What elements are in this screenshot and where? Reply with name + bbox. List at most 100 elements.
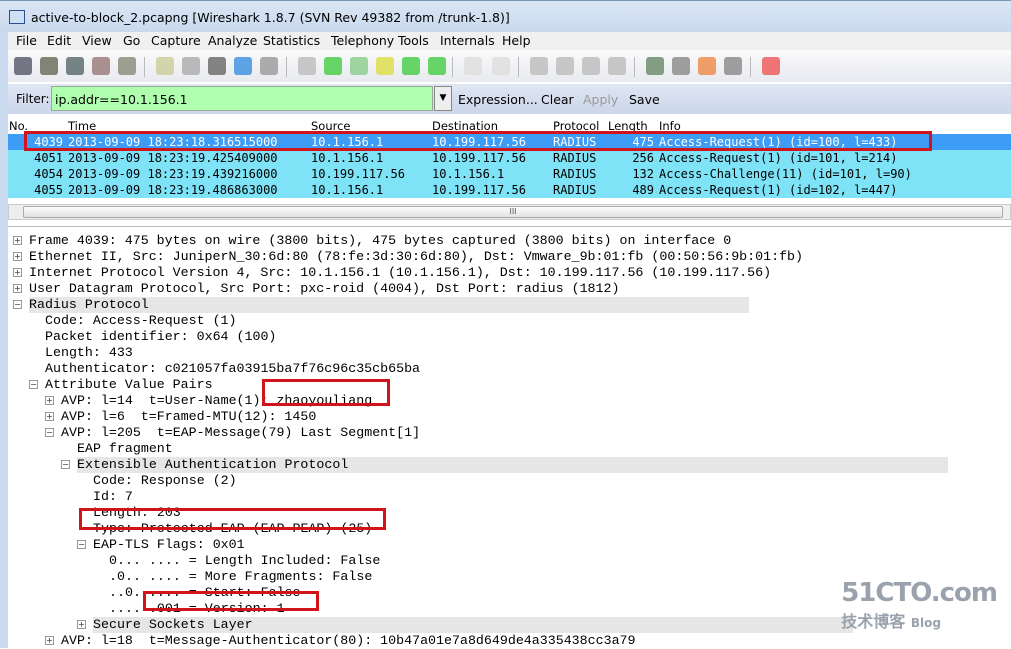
coloring-rules-icon[interactable]: [698, 57, 716, 75]
packet-list: No. Time Source Destination Protocol Length In…: [8, 116, 1011, 216]
packet-row[interactable]: 4039 2013-09-09 18:23:18.316515000 10.1.15…: [8, 134, 1011, 150]
detail-row[interactable]: − Extensible Authentication Protocol: [8, 457, 1011, 473]
collapse-icon[interactable]: −: [29, 380, 38, 389]
expand-icon[interactable]: +: [13, 252, 22, 261]
scrollbar-thumb[interactable]: III: [23, 206, 1003, 218]
menu-view[interactable]: View: [82, 33, 112, 48]
expand-icon[interactable]: +: [13, 268, 22, 277]
detail-row[interactable]: − Attribute Value Pairs: [8, 377, 1011, 393]
column-header-destination[interactable]: Destination: [432, 119, 498, 133]
expression-button[interactable]: Expression...: [458, 92, 538, 107]
save-filter-button[interactable]: Save: [629, 92, 660, 107]
detail-text: Frame 4039: 475 bytes on wire (3800 bits…: [29, 233, 732, 248]
start-capture-icon[interactable]: [66, 57, 84, 75]
go-last-icon[interactable]: [428, 57, 446, 75]
detail-row[interactable]: Authenticator: c021057fa03915ba7f76c96c3…: [8, 361, 1011, 377]
clear-button[interactable]: Clear: [541, 92, 574, 107]
colorize-icon[interactable]: [464, 57, 482, 75]
detail-row[interactable]: EAP fragment: [8, 441, 1011, 457]
capture-filters-icon[interactable]: [646, 57, 664, 75]
help-icon[interactable]: [762, 57, 780, 75]
close-file-icon[interactable]: [208, 57, 226, 75]
detail-row[interactable]: − Radius Protocol: [8, 297, 1011, 313]
detail-row[interactable]: + Frame 4039: 475 bytes on wire (3800 bit…: [8, 233, 1011, 249]
detail-row[interactable]: + Ethernet II, Src: JuniperN_30:6d:80 (78…: [8, 249, 1011, 265]
zoom-in-icon[interactable]: [530, 57, 548, 75]
resize-columns-icon[interactable]: [608, 57, 626, 75]
filter-dropdown-button[interactable]: ▼: [434, 86, 452, 111]
menu-telephony[interactable]: Telephony: [331, 33, 394, 48]
preferences-icon[interactable]: [724, 57, 742, 75]
go-forward-icon[interactable]: [350, 57, 368, 75]
display-filters-icon[interactable]: [672, 57, 690, 75]
packet-row[interactable]: 4051 2013-09-09 18:23:19.425409000 10.1.15…: [8, 150, 1011, 166]
collapse-icon[interactable]: −: [61, 460, 70, 469]
detail-row[interactable]: − EAP-TLS Flags: 0x01: [8, 537, 1011, 553]
detail-text: Code: Response (2): [93, 473, 237, 488]
save-file-icon[interactable]: [182, 57, 200, 75]
column-header-source[interactable]: Source: [311, 119, 351, 133]
menu-help[interactable]: Help: [502, 33, 531, 48]
detail-row[interactable]: Code: Response (2): [8, 473, 1011, 489]
print-icon[interactable]: [260, 57, 278, 75]
detail-row[interactable]: + AVP: l=18 t=Message-Authenticator(80): …: [8, 633, 1011, 649]
detail-row[interactable]: Code: Access-Request (1): [8, 313, 1011, 329]
detail-row[interactable]: Packet identifier: 0x64 (100): [8, 329, 1011, 345]
stop-capture-icon[interactable]: [92, 57, 110, 75]
go-to-packet-icon[interactable]: [376, 57, 394, 75]
packet-row[interactable]: 4054 2013-09-09 18:23:19.439216000 10.199.…: [8, 166, 1011, 182]
expand-icon[interactable]: +: [45, 636, 54, 645]
expand-icon[interactable]: +: [13, 284, 22, 293]
apply-button[interactable]: Apply: [583, 92, 618, 107]
interface-list-icon[interactable]: [14, 57, 32, 75]
go-back-icon[interactable]: [324, 57, 342, 75]
column-header-no[interactable]: No.: [9, 119, 28, 133]
expand-icon[interactable]: +: [13, 236, 22, 245]
menu-capture[interactable]: Capture: [151, 33, 201, 48]
detail-row[interactable]: Type: Protected EAP (EAP-PEAP) (25): [8, 521, 1011, 537]
packet-proto: RADIUS: [553, 167, 597, 181]
reload-file-icon[interactable]: [234, 57, 252, 75]
expand-icon[interactable]: +: [45, 396, 54, 405]
zoom-out-icon[interactable]: [556, 57, 574, 75]
column-header-length[interactable]: Length: [608, 119, 648, 133]
menu-statistics[interactable]: Statistics: [263, 33, 320, 48]
detail-row[interactable]: + Internet Protocol Version 4, Src: 10.1.…: [8, 265, 1011, 281]
detail-row[interactable]: + AVP: l=14 t=User-Name(1): zhaoyouliang: [8, 393, 1011, 409]
horizontal-scrollbar[interactable]: III: [8, 204, 1011, 220]
capture-options-icon[interactable]: [40, 57, 58, 75]
detail-row[interactable]: Length: 203: [8, 505, 1011, 521]
collapse-icon[interactable]: −: [77, 540, 86, 549]
detail-row[interactable]: 0... .... = Length Included: False: [8, 553, 1011, 569]
menu-internals[interactable]: Internals: [440, 33, 495, 48]
menu-file[interactable]: File: [16, 33, 37, 48]
packet-row[interactable]: 4055 2013-09-09 18:23:19.486863000 10.1.15…: [8, 182, 1011, 198]
find-packet-icon[interactable]: [298, 57, 316, 75]
collapse-icon[interactable]: −: [45, 428, 54, 437]
filter-toolbar: Filter: ip.addr==10.1.156.1 ▼ Expression…: [8, 84, 1011, 114]
menu-go[interactable]: Go: [123, 33, 140, 48]
auto-scroll-icon[interactable]: [492, 57, 510, 75]
menu-analyze[interactable]: Analyze: [208, 33, 257, 48]
detail-row[interactable]: Length: 433: [8, 345, 1011, 361]
detail-row[interactable]: + User Datagram Protocol, Src Port: pxc-r…: [8, 281, 1011, 297]
expand-icon[interactable]: +: [77, 620, 86, 629]
menu-edit[interactable]: Edit: [47, 33, 71, 48]
detail-row[interactable]: + AVP: l=6 t=Framed-MTU(12): 1450: [8, 409, 1011, 425]
go-first-icon[interactable]: [402, 57, 420, 75]
detail-row[interactable]: − AVP: l=205 t=EAP-Message(79) Last Segme…: [8, 425, 1011, 441]
restart-capture-icon[interactable]: [118, 57, 136, 75]
normal-size-icon[interactable]: [582, 57, 600, 75]
packet-info: Access-Request(1) (id=100, l=433): [659, 135, 898, 149]
detail-row[interactable]: Id: 7: [8, 489, 1011, 505]
column-header-protocol[interactable]: Protocol: [553, 119, 599, 133]
detail-text: Extensible Authentication Protocol: [77, 457, 949, 473]
filter-input[interactable]: ip.addr==10.1.156.1: [51, 86, 433, 111]
collapse-icon[interactable]: −: [13, 300, 22, 309]
column-header-info[interactable]: Info: [659, 119, 681, 133]
open-file-icon[interactable]: [156, 57, 174, 75]
expand-icon[interactable]: +: [45, 412, 54, 421]
menu-tools[interactable]: Tools: [398, 33, 429, 48]
wireshark-logo-icon: [9, 10, 25, 24]
column-header-time[interactable]: Time: [68, 119, 96, 133]
